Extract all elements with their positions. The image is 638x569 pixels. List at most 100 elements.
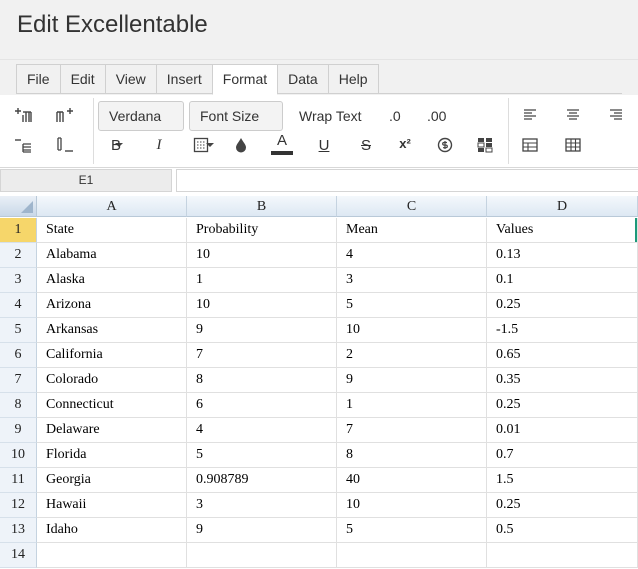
cell-b8[interactable]: 6 xyxy=(187,393,337,418)
cell-a6[interactable]: California xyxy=(37,343,187,368)
cell-c4[interactable]: 5 xyxy=(337,293,487,318)
conditional-format-button[interactable] xyxy=(473,134,497,156)
column-header-d[interactable]: D xyxy=(487,196,638,217)
row-header-5[interactable]: 5 xyxy=(0,318,37,343)
cell-d11[interactable]: 1.5 xyxy=(487,468,638,493)
row-header-9[interactable]: 9 xyxy=(0,418,37,443)
row-header-8[interactable]: 8 xyxy=(0,393,37,418)
cell-a7[interactable]: Colorado xyxy=(37,368,187,393)
cell-a14[interactable] xyxy=(37,543,187,568)
table-grid-button[interactable] xyxy=(561,134,585,156)
cell-d12[interactable]: 0.25 xyxy=(487,493,638,518)
select-all-corner[interactable] xyxy=(0,196,37,217)
cell-a13[interactable]: Idaho xyxy=(37,518,187,543)
cell-a3[interactable]: Alaska xyxy=(37,268,187,293)
strikethrough-button[interactable]: S xyxy=(354,134,378,156)
column-header-a[interactable]: A xyxy=(37,196,187,217)
cell-d3[interactable]: 0.1 xyxy=(487,268,638,293)
cell-a4[interactable]: Arizona xyxy=(37,293,187,318)
row-header-7[interactable]: 7 xyxy=(0,368,37,393)
cell-b11[interactable]: 0.908789 xyxy=(187,468,337,493)
cell-d6[interactable]: 0.65 xyxy=(487,343,638,368)
menu-file[interactable]: File xyxy=(16,64,60,94)
cell-a8[interactable]: Connecticut xyxy=(37,393,187,418)
cell-a9[interactable]: Delaware xyxy=(37,418,187,443)
currency-button[interactable] xyxy=(433,134,457,156)
cell-d9[interactable]: 0.01 xyxy=(487,418,638,443)
menu-help[interactable]: Help xyxy=(327,64,379,94)
cell-d5[interactable]: -1.5 xyxy=(487,318,638,343)
cell-c1[interactable]: Mean xyxy=(337,218,487,243)
cell-c2[interactable]: 4 xyxy=(337,243,487,268)
cell-c8[interactable]: 1 xyxy=(337,393,487,418)
cell-d10[interactable]: 0.7 xyxy=(487,443,638,468)
font-size-dropdown[interactable]: Font Size xyxy=(189,101,283,148)
row-header-2[interactable]: 2 xyxy=(0,243,37,268)
row-header-11[interactable]: 11 xyxy=(0,468,37,493)
cell-b13[interactable]: 9 xyxy=(187,518,337,543)
cell-a2[interactable]: Alabama xyxy=(37,243,187,268)
row-header-4[interactable]: 4 xyxy=(0,293,37,318)
insert-row-above-icon[interactable] xyxy=(11,104,35,126)
align-right-button[interactable] xyxy=(604,104,628,126)
row-header-12[interactable]: 12 xyxy=(0,493,37,518)
menu-view[interactable]: View xyxy=(104,64,156,94)
cell-a5[interactable]: Arkansas xyxy=(37,318,187,343)
cell-c11[interactable]: 40 xyxy=(337,468,487,493)
wrap-text-button[interactable]: Wrap Text xyxy=(299,108,362,124)
cell-d2[interactable]: 0.13 xyxy=(487,243,638,268)
underline-button[interactable]: U xyxy=(312,134,336,156)
cell-b12[interactable]: 3 xyxy=(187,493,337,518)
cell-c9[interactable]: 7 xyxy=(337,418,487,443)
delete-column-icon[interactable] xyxy=(53,134,77,156)
cell-d14[interactable] xyxy=(487,543,638,568)
merge-cells-button[interactable] xyxy=(518,134,542,156)
cell-b14[interactable] xyxy=(187,543,337,568)
menu-insert[interactable]: Insert xyxy=(155,64,212,94)
cell-a10[interactable]: Florida xyxy=(37,443,187,468)
cell-c7[interactable]: 9 xyxy=(337,368,487,393)
cell-a11[interactable]: Georgia xyxy=(37,468,187,493)
cell-c13[interactable]: 5 xyxy=(337,518,487,543)
row-header-10[interactable]: 10 xyxy=(0,443,37,468)
cell-d7[interactable]: 0.35 xyxy=(487,368,638,393)
cell-b9[interactable]: 4 xyxy=(187,418,337,443)
bold-button[interactable]: B xyxy=(104,134,128,156)
cell-b4[interactable]: 10 xyxy=(187,293,337,318)
cell-d8[interactable]: 0.25 xyxy=(487,393,638,418)
cell-b5[interactable]: 9 xyxy=(187,318,337,343)
row-header-3[interactable]: 3 xyxy=(0,268,37,293)
cell-b1[interactable]: Probability xyxy=(187,218,337,243)
delete-row-icon[interactable] xyxy=(11,134,35,156)
menu-data[interactable]: Data xyxy=(277,64,328,94)
superscript-button[interactable]: x² xyxy=(393,132,417,154)
cell-d1[interactable]: Values xyxy=(487,218,638,243)
cell-b10[interactable]: 5 xyxy=(187,443,337,468)
fill-color-button[interactable] xyxy=(229,134,253,156)
row-header-13[interactable]: 13 xyxy=(0,518,37,543)
align-center-button[interactable] xyxy=(561,104,585,126)
cell-a12[interactable]: Hawaii xyxy=(37,493,187,518)
cell-b7[interactable]: 8 xyxy=(187,368,337,393)
cell-b2[interactable]: 10 xyxy=(187,243,337,268)
cell-reference-box[interactable]: E1 xyxy=(0,169,172,192)
decrease-decimal-button[interactable]: .0 xyxy=(389,108,401,124)
cell-a1[interactable]: State xyxy=(37,218,187,243)
menu-edit[interactable]: Edit xyxy=(59,64,105,94)
cell-c3[interactable]: 3 xyxy=(337,268,487,293)
cell-c12[interactable]: 10 xyxy=(337,493,487,518)
cell-d4[interactable]: 0.25 xyxy=(487,293,638,318)
row-header-14[interactable]: 14 xyxy=(0,543,37,568)
menu-format[interactable]: Format xyxy=(211,64,278,95)
formula-input[interactable] xyxy=(176,169,638,192)
font-family-dropdown[interactable]: Verdana xyxy=(98,101,184,148)
cell-d13[interactable]: 0.5 xyxy=(487,518,638,543)
cell-c10[interactable]: 8 xyxy=(337,443,487,468)
insert-column-icon[interactable] xyxy=(53,104,77,126)
cell-c5[interactable]: 10 xyxy=(337,318,487,343)
column-header-b[interactable]: B xyxy=(187,196,337,217)
cell-c14[interactable] xyxy=(337,543,487,568)
row-header-6[interactable]: 6 xyxy=(0,343,37,368)
cell-c6[interactable]: 2 xyxy=(337,343,487,368)
cell-b3[interactable]: 1 xyxy=(187,268,337,293)
